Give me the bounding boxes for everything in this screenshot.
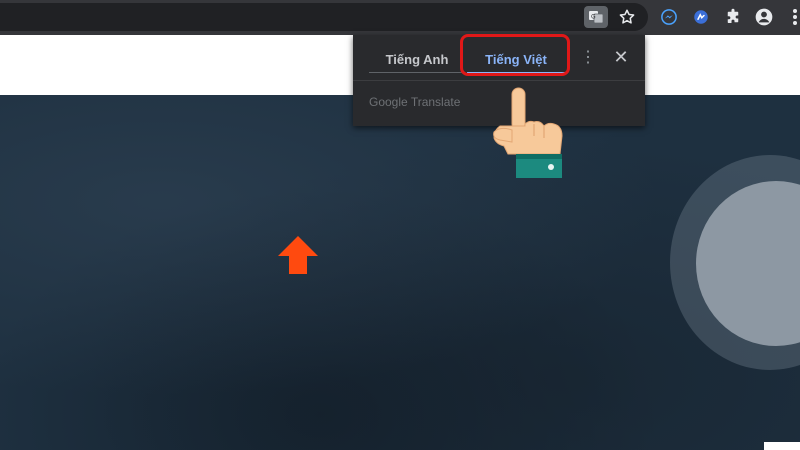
messenger-icon[interactable] (656, 4, 682, 30)
more-icon[interactable] (782, 4, 800, 30)
page-background (0, 95, 800, 450)
options-menu-icon[interactable]: ⋮ (579, 47, 597, 69)
translate-icon[interactable]: G (584, 6, 608, 28)
page-corner-element (764, 442, 800, 450)
extension-blue-icon[interactable] (688, 4, 714, 30)
pointing-hand-icon (486, 86, 566, 181)
highlight-box (460, 34, 570, 76)
popup-divider (353, 80, 645, 81)
up-arrow-icon (276, 234, 320, 278)
puzzle-icon[interactable] (720, 4, 746, 30)
address-bar[interactable] (0, 3, 648, 31)
svg-text:G: G (591, 14, 596, 21)
screenshot-stage: G Tiếng Anh Tiếng Việt ⋮ ✕ Google Transl… (0, 0, 800, 450)
account-icon[interactable] (751, 4, 777, 30)
language-tabs: Tiếng Anh Tiếng Việt ⋮ ✕ (353, 34, 645, 80)
tab-source-language[interactable]: Tiếng Anh (369, 46, 465, 73)
browser-toolbar: G (0, 0, 800, 35)
google-translate-brand: Google Translate (369, 95, 461, 109)
star-icon[interactable] (614, 4, 640, 30)
close-icon[interactable]: ✕ (610, 46, 632, 68)
